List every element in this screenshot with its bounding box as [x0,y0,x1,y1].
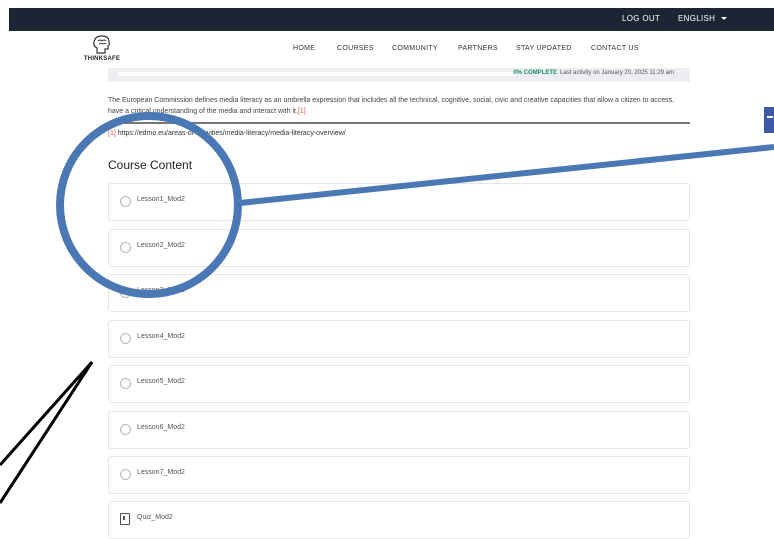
lesson-status-circle-icon [120,424,131,435]
lesson-status-circle-icon [120,378,131,389]
lesson-label: Lesson3_Mod2 [137,287,185,294]
lesson-status-circle-icon [120,287,131,298]
logout-link[interactable]: LOG OUT [622,14,660,23]
last-activity: Last activity on January 20, 2025 11:29 … [560,70,674,76]
lesson-item-1[interactable]: Lesson1_Mod2 [108,183,690,221]
brain-head-logo-icon [93,35,110,54]
footnote: [1] https://edmo.eu/areas-of-activities/… [108,130,346,137]
progress-percent: 0% COMPLETE [513,70,558,76]
footnote-marker[interactable]: [1] [108,130,116,137]
lesson-label: Lesson7_Mod2 [137,469,185,476]
nav-home[interactable]: HOME [293,45,315,52]
lesson-label: Lesson4_Mod2 [137,333,185,340]
quiz-icon [120,513,130,525]
footnote-divider [108,122,690,124]
nav-stay-updated[interactable]: STAY UPDATED [516,45,572,52]
lesson-item-5[interactable]: Lesson5_Mod2 [108,365,690,403]
lesson-status-circle-icon [120,333,131,344]
site-logo[interactable]: THINKSAFE [82,34,122,64]
language-label: ENGLISH [678,14,716,23]
lesson-status-circle-icon [120,196,131,207]
progress-meta: 0% COMPLETE Last activity on January 20, … [513,70,674,76]
annotation-callout-pointer [0,361,94,504]
course-content-title: Course Content [108,158,193,172]
side-panel-tab[interactable] [764,107,774,133]
nav-community[interactable]: COMMUNITY [392,45,438,52]
course-progress: 0% COMPLETE Last activity on January 20, … [108,68,690,82]
lesson-item-6[interactable]: Lesson6_Mod2 [108,411,690,449]
lesson-label: Lesson5_Mod2 [137,378,185,385]
lesson-status-circle-icon [120,469,131,480]
lesson-item-4[interactable]: Lesson4_Mod2 [108,320,690,358]
quiz-item[interactable]: Quiz_Mod2 [108,501,690,539]
lesson-item-7[interactable]: Lesson7_Mod2 [108,456,690,494]
lesson-status-circle-icon [120,242,131,253]
top-bar: LOG OUT ENGLISH [9,8,774,31]
logo-text: THINKSAFE [83,56,121,62]
lesson-item-3[interactable]: Lesson3_Mod2 [108,274,690,312]
lesson-label: Lesson1_Mod2 [137,196,185,203]
quiz-label: Quiz_Mod2 [137,514,173,521]
nav-courses[interactable]: COURSES [337,45,374,52]
lesson-item-2[interactable]: Lesson2_Mod2 [108,229,690,267]
nav-partners[interactable]: PARTNERS [458,45,498,52]
language-selector[interactable]: ENGLISH [678,14,728,23]
progress-track [118,72,516,76]
paragraph-text: The European Commission defines media li… [108,97,675,115]
footnote-url[interactable]: https://edmo.eu/areas-of-activities/medi… [118,130,346,137]
nav-contact-us[interactable]: CONTACT US [591,45,639,52]
lesson-label: Lesson6_Mod2 [137,424,185,431]
caret-down-icon [721,17,728,21]
citation-link[interactable]: [1] [298,108,306,115]
lesson-paragraph: The European Commission defines media li… [108,95,690,117]
lesson-label: Lesson2_Mod2 [137,242,185,249]
